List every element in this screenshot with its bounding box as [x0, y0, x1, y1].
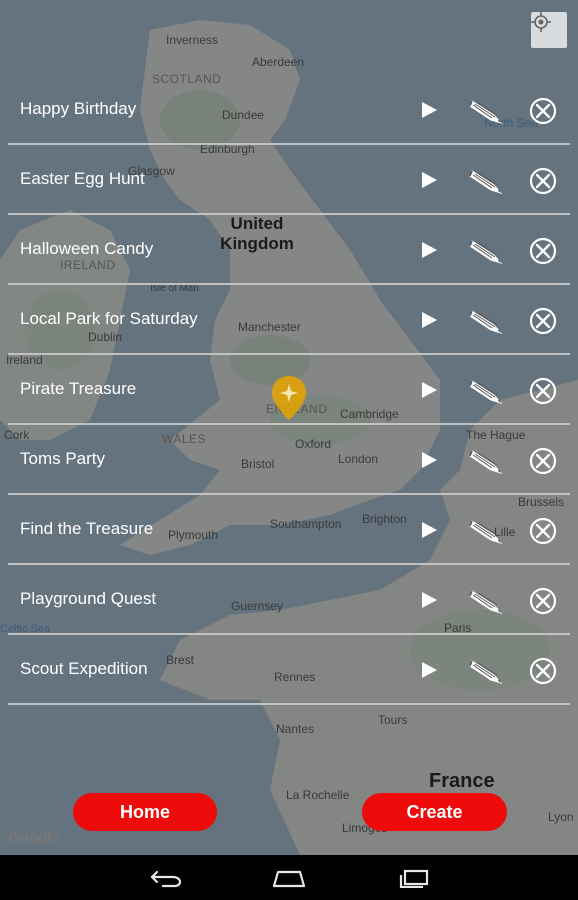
quest-name: Pirate Treasure [20, 379, 137, 398]
close-circle-icon[interactable] [528, 446, 558, 476]
play-icon[interactable] [412, 657, 446, 683]
close-circle-icon[interactable] [528, 656, 558, 686]
play-icon[interactable] [412, 447, 446, 473]
back-icon[interactable] [146, 865, 186, 891]
quest-row[interactable]: Playground Quest [0, 565, 578, 635]
quest-list: Happy Birthday Easter Egg Hunt Halloween C… [0, 75, 578, 705]
pencil-icon[interactable] [468, 655, 506, 685]
play-icon[interactable] [412, 307, 446, 333]
home-button[interactable]: Home [73, 793, 217, 831]
quest-row[interactable]: Find the Treasure [0, 495, 578, 565]
pencil-icon[interactable] [468, 95, 506, 125]
pencil-icon[interactable] [468, 585, 506, 615]
my-location-icon [531, 12, 551, 32]
map-label: Lyon [548, 810, 574, 824]
create-button[interactable]: Create [362, 793, 507, 831]
pencil-icon[interactable] [468, 235, 506, 265]
close-circle-icon[interactable] [528, 166, 558, 196]
quest-row[interactable]: Happy Birthday [0, 75, 578, 145]
play-icon[interactable] [412, 377, 446, 403]
quest-row[interactable]: Pirate Treasure [0, 355, 578, 425]
recents-icon[interactable] [394, 865, 434, 891]
map-label: Inverness [166, 33, 219, 47]
play-icon[interactable] [412, 517, 446, 543]
quest-row[interactable]: Easter Egg Hunt [0, 145, 578, 215]
quest-name: Playground Quest [20, 589, 157, 608]
close-circle-icon[interactable] [528, 236, 558, 266]
pencil-icon[interactable] [468, 305, 506, 335]
quest-row[interactable]: Halloween Candy [0, 215, 578, 285]
quest-name: Easter Egg Hunt [20, 169, 145, 188]
play-icon[interactable] [412, 587, 446, 613]
row-divider [8, 703, 570, 705]
map-label: Aberdeen [252, 55, 305, 69]
quest-row[interactable]: Toms Party [0, 425, 578, 495]
close-circle-icon[interactable] [528, 586, 558, 616]
quest-row[interactable]: Local Park for Saturday [0, 285, 578, 355]
system-nav-bar [0, 855, 578, 900]
map-label: Tours [378, 713, 408, 727]
home-nav-icon[interactable] [269, 865, 309, 891]
quest-name: Scout Expedition [20, 659, 148, 678]
pencil-icon[interactable] [468, 165, 506, 195]
play-icon[interactable] [412, 167, 446, 193]
my-location-button[interactable] [531, 12, 567, 48]
pencil-icon[interactable] [468, 445, 506, 475]
play-icon[interactable] [412, 237, 446, 263]
close-circle-icon[interactable] [528, 376, 558, 406]
close-circle-icon[interactable] [528, 516, 558, 546]
quest-name: Halloween Candy [20, 239, 154, 258]
map-label: France [429, 770, 495, 792]
quest-name: Find the Treasure [20, 519, 154, 538]
quest-row[interactable]: Scout Expedition [0, 635, 578, 705]
map-label: Nantes [276, 722, 315, 736]
pencil-icon[interactable] [468, 515, 506, 545]
map-label: La Rochelle [286, 788, 350, 802]
google-logo: Google [8, 829, 60, 846]
quest-name: Toms Party [20, 449, 106, 468]
play-icon[interactable] [412, 97, 446, 123]
close-circle-icon[interactable] [528, 306, 558, 336]
pencil-icon[interactable] [468, 375, 506, 405]
quest-name: Happy Birthday [20, 99, 137, 118]
quest-name: Local Park for Saturday [20, 309, 198, 328]
screen: Inverness Aberdeen SCOTLAND Dundee North… [0, 0, 578, 900]
close-circle-icon[interactable] [528, 96, 558, 126]
